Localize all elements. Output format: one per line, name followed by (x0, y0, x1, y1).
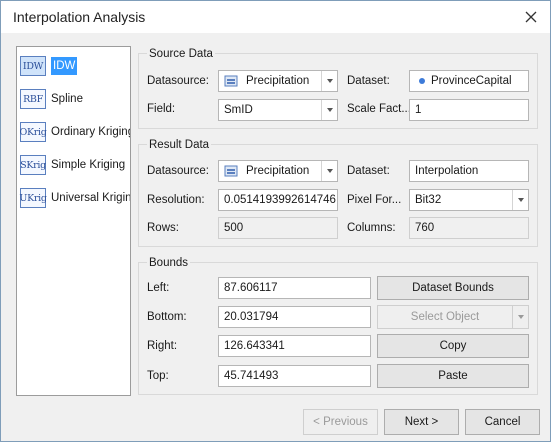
datasource-icon (224, 165, 238, 177)
close-icon (525, 11, 537, 23)
method-label: Spline (51, 93, 83, 105)
method-label: Simple Kriging (51, 159, 126, 171)
scale-factor-input[interactable]: 1 (409, 99, 529, 121)
columns-label: Columns: (347, 222, 396, 234)
skrig-icon: SKrig (20, 155, 46, 175)
resolution-input[interactable]: 0.0514193992614746 (218, 189, 338, 211)
bounds-title: Bounds (147, 257, 191, 269)
source-dataset-label: Dataset: (347, 75, 390, 87)
idw-icon: IDW (20, 56, 46, 76)
top-label: Top: (147, 370, 169, 382)
source-datasource-value: Precipitation (246, 75, 310, 87)
rbf-icon: RBF (20, 89, 46, 109)
interpolation-method-list[interactable]: IDW IDW RBF Spline OKrig Ordinary Krigin… (16, 46, 131, 396)
interpolation-analysis-dialog: Interpolation Analysis IDW IDW RBF Splin… (0, 0, 551, 442)
select-object-button[interactable]: Select Object (377, 305, 529, 329)
point-dataset-icon (419, 78, 425, 84)
window-title: Interpolation Analysis (13, 9, 146, 25)
scale-factor-label: Scale Fact... (347, 103, 411, 115)
source-dataset-combo[interactable]: ProvinceCapital (409, 70, 529, 92)
cancel-button[interactable]: Cancel (465, 409, 540, 435)
source-data-title: Source Data (147, 48, 215, 60)
result-datasource-value: Precipitation (246, 165, 310, 177)
pixel-format-combo[interactable]: Bit32 (409, 189, 529, 211)
previous-button[interactable]: < Previous (303, 409, 378, 435)
chevron-down-icon (512, 190, 528, 210)
method-item-spline[interactable]: RBF Spline (20, 87, 130, 111)
source-datasource-combo[interactable]: Precipitation (218, 70, 338, 92)
right-input[interactable]: 126.643341 (218, 335, 371, 357)
next-button[interactable]: Next > (384, 409, 459, 435)
columns-value: 760 (409, 217, 529, 239)
right-label: Right: (147, 340, 178, 352)
method-item-idw[interactable]: IDW IDW (20, 54, 130, 78)
result-dataset-input[interactable]: Interpolation (409, 160, 529, 182)
title-bar: Interpolation Analysis (1, 1, 550, 33)
source-dataset-value: ProvinceCapital (431, 75, 512, 87)
method-label: IDW (51, 57, 78, 75)
result-datasource-combo[interactable]: Precipitation (218, 160, 338, 182)
result-dataset-label: Dataset: (347, 165, 390, 177)
field-label: Field: (147, 103, 176, 115)
bottom-input[interactable]: 20.031794 (218, 306, 371, 328)
datasource-icon (224, 75, 238, 87)
method-item-universal-kriging[interactable]: UKrig Universal Kriging (19, 186, 131, 210)
chevron-down-icon[interactable] (512, 306, 528, 328)
chevron-down-icon (321, 161, 337, 181)
close-button[interactable] (520, 6, 542, 28)
field-combo[interactable]: SmID (218, 99, 338, 121)
chevron-down-icon (321, 100, 337, 120)
method-item-simple-kriging[interactable]: SKrig Simple Kriging (20, 153, 130, 177)
left-label: Left: (147, 282, 170, 294)
okrig-icon: OKrig (19, 122, 47, 142)
rows-value: 500 (218, 217, 338, 239)
paste-button[interactable]: Paste (377, 364, 529, 388)
rows-label: Rows: (147, 222, 179, 234)
top-input[interactable]: 45.741493 (218, 365, 371, 387)
left-input[interactable]: 87.606117 (218, 277, 371, 299)
pixel-format-label: Pixel For... (347, 194, 402, 206)
method-label: Ordinary Kriging (51, 126, 131, 138)
field-value: SmID (224, 104, 253, 116)
select-object-label: Select Object (410, 311, 480, 323)
copy-button[interactable]: Copy (377, 334, 529, 358)
method-item-ordinary-kriging[interactable]: OKrig Ordinary Kriging (19, 120, 131, 144)
ukrig-icon: UKrig (19, 188, 47, 208)
pixel-format-value: Bit32 (415, 194, 442, 206)
source-datasource-label: Datasource: (147, 75, 210, 87)
dataset-bounds-button[interactable]: Dataset Bounds (377, 276, 529, 300)
resolution-label: Resolution: (147, 194, 205, 206)
bottom-label: Bottom: (147, 311, 187, 323)
chevron-down-icon (321, 71, 337, 91)
result-data-title: Result Data (147, 139, 212, 151)
method-label: Universal Kriging (51, 192, 131, 204)
result-datasource-label: Datasource: (147, 165, 210, 177)
